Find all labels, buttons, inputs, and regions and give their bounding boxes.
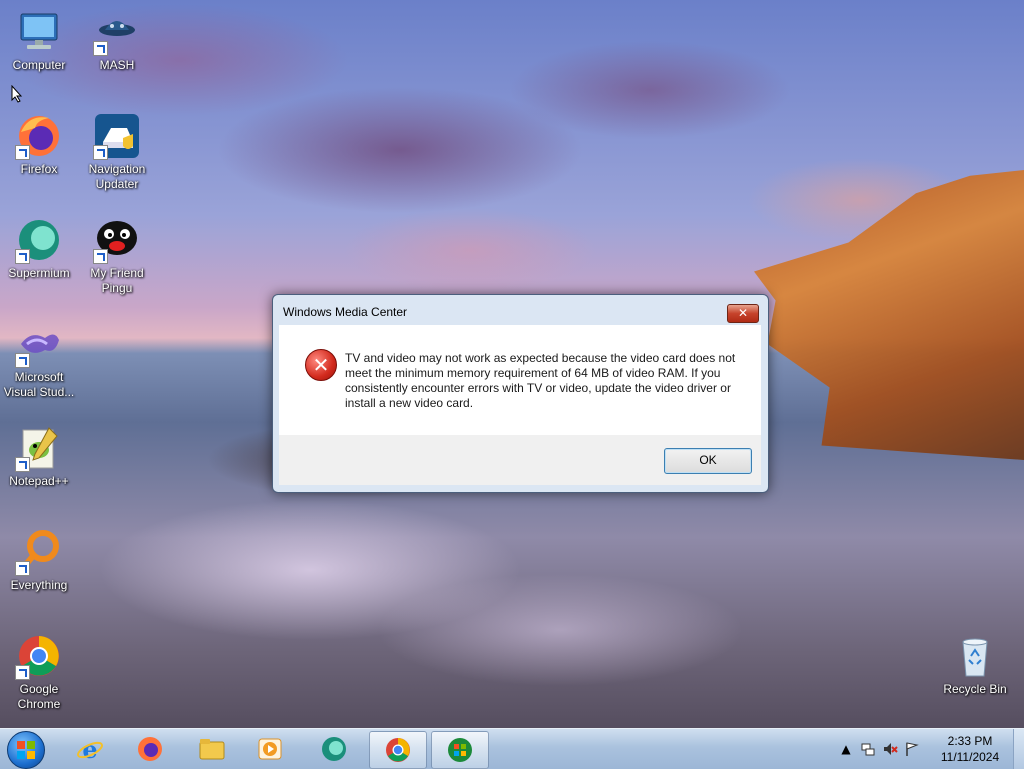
volume-muted-icon[interactable] — [882, 741, 898, 757]
shortcut-arrow-icon — [15, 561, 30, 576]
supermium-icon — [322, 737, 346, 761]
action-center-flag-icon[interactable] — [904, 741, 920, 757]
mouse-cursor-icon — [11, 85, 23, 103]
desktop-icon-label: Recycle Bin — [943, 682, 1007, 696]
desktop-icon-label: Notepad++ — [9, 474, 69, 488]
taskbar-clock[interactable]: 2:33 PM 11/11/2024 — [930, 733, 1010, 765]
clock-time: 2:33 PM — [947, 734, 993, 748]
desktop-icon-google-chrome[interactable]: Google Chrome — [0, 632, 78, 712]
desktop-icon-label: Firefox — [20, 162, 58, 176]
shortcut-arrow-icon — [93, 249, 108, 264]
windows-media-center-icon — [448, 738, 472, 762]
taskbar-file-explorer[interactable] — [184, 731, 240, 767]
taskbar: e ▲ 2:33 PM 11/11/2024 — [0, 728, 1024, 769]
taskbar-windows-media-center[interactable] — [431, 731, 489, 769]
desktop-icon-notepad-plus-plus[interactable]: Notepad++ — [0, 424, 78, 489]
error-icon: ✕ — [305, 349, 337, 381]
error-dialog: Windows Media Center ✕ ✕ TV and video ma… — [272, 294, 769, 493]
shortcut-arrow-icon — [15, 249, 30, 264]
desktop-icon-visual-studio[interactable]: Microsoft Visual Stud... — [0, 320, 78, 400]
mash-icon — [93, 8, 141, 56]
system-tray: ▲ 2:33 PM 11/11/2024 — [834, 729, 1024, 769]
dialog-close-button[interactable]: ✕ — [727, 304, 759, 323]
dialog-title: Windows Media Center — [283, 305, 408, 319]
svg-text:e: e — [82, 735, 97, 763]
desktop-icon-label: MASH — [99, 58, 135, 72]
start-button[interactable] — [7, 731, 45, 769]
dialog-message: TV and video may not work as expected be… — [345, 351, 736, 410]
taskbar-firefox[interactable] — [122, 731, 178, 767]
recycle-bin-icon — [951, 632, 999, 680]
internet-explorer-icon: e — [77, 735, 103, 763]
ok-button[interactable]: OK — [664, 448, 752, 474]
wallpaper-rocks — [754, 170, 1024, 460]
show-hidden-icons-button[interactable]: ▲ — [838, 741, 854, 757]
wallpaper-foam — [60, 470, 760, 710]
shortcut-arrow-icon — [15, 665, 30, 680]
show-desktop-button[interactable] — [1013, 729, 1024, 769]
file-explorer-icon — [199, 739, 225, 760]
computer-icon — [15, 8, 63, 56]
media-player-icon — [258, 738, 282, 760]
desktop-icon-supermium[interactable]: Supermium — [0, 216, 78, 281]
windows-logo-icon — [17, 741, 35, 759]
taskbar-chrome[interactable] — [369, 731, 427, 769]
desktop-icon-navigation-updater[interactable]: Navigation Updater — [78, 112, 156, 192]
desktop-icon-label: Everything — [10, 578, 68, 592]
navigation-updater-icon — [93, 112, 141, 160]
notepad-plus-plus-icon — [15, 424, 63, 472]
desktop-icon-my-friend-pingu[interactable]: My Friend Pingu — [78, 216, 156, 296]
desktop-icon-label: Supermium — [8, 266, 70, 280]
desktop-icon-firefox[interactable]: Firefox — [0, 112, 78, 177]
desktop-icon-label: Navigation Updater — [88, 162, 146, 191]
chrome-icon — [15, 632, 63, 680]
desktop-icon-mash[interactable]: MASH — [78, 8, 156, 73]
desktop-icon-label: Microsoft Visual Stud... — [3, 370, 75, 399]
chrome-icon — [386, 738, 410, 762]
supermium-icon — [15, 216, 63, 264]
desktop-icon-label: Computer — [12, 58, 66, 72]
shortcut-arrow-icon — [15, 353, 30, 368]
network-icon[interactable] — [860, 741, 876, 757]
pingu-icon — [93, 216, 141, 264]
shortcut-arrow-icon — [93, 41, 108, 56]
shortcut-arrow-icon — [15, 145, 30, 160]
desktop-icon-label: Google Chrome — [17, 682, 61, 711]
taskbar-internet-explorer[interactable]: e — [62, 731, 118, 767]
desktop-icon-recycle-bin[interactable]: Recycle Bin — [936, 632, 1014, 697]
shortcut-arrow-icon — [93, 145, 108, 160]
clock-date: 11/11/2024 — [940, 750, 1000, 764]
dialog-body: ✕ TV and video may not work as expected … — [279, 325, 761, 435]
shortcut-arrow-icon — [15, 457, 30, 472]
taskbar-media-player[interactable] — [242, 731, 298, 767]
firefox-icon — [138, 737, 162, 761]
firefox-icon — [15, 112, 63, 160]
dialog-footer: OK — [279, 435, 761, 485]
visual-studio-icon — [15, 320, 63, 368]
taskbar-supermium[interactable] — [306, 731, 362, 767]
desktop-icon-label: My Friend Pingu — [90, 266, 144, 295]
desktop-icon-everything[interactable]: Everything — [0, 528, 78, 593]
desktop-icon-computer[interactable]: Computer — [0, 8, 78, 73]
everything-search-icon — [15, 528, 63, 576]
